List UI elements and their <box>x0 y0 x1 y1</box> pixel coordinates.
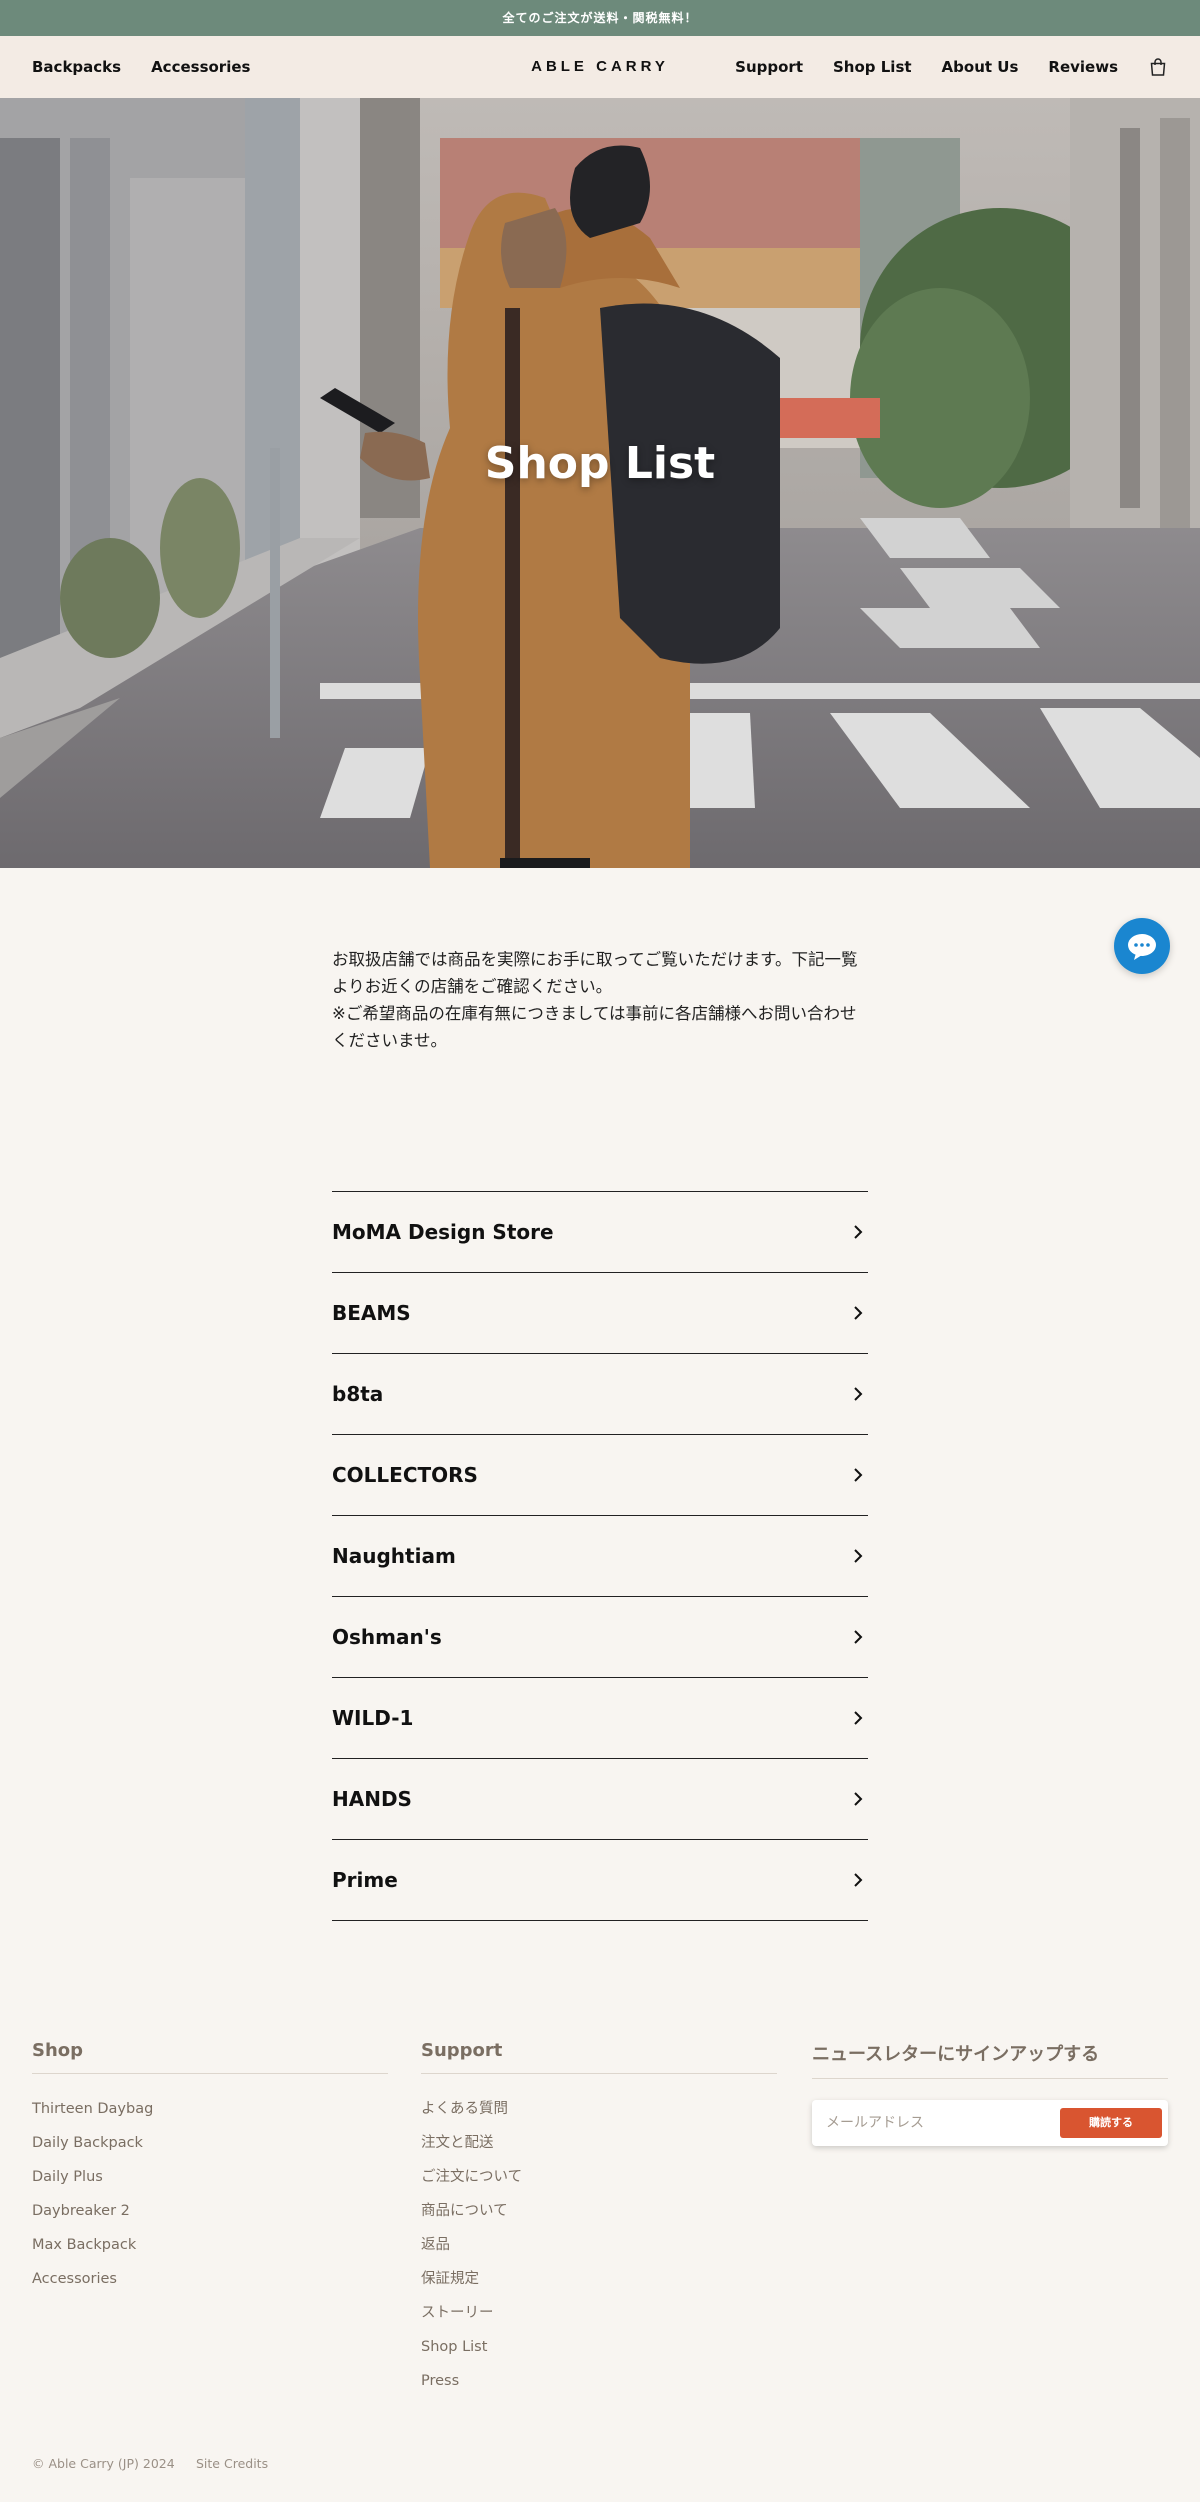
footer-shop-heading: Shop <box>32 2040 388 2074</box>
footer-link-products[interactable]: 商品について <box>421 2194 777 2228</box>
shop-list: MoMA Design Store BEAMS b8ta COLLECTORS … <box>332 1191 868 1921</box>
chevron-right-icon <box>854 1225 863 1239</box>
chat-button[interactable] <box>1114 918 1170 974</box>
nav-shop-list[interactable]: Shop List <box>833 58 912 76</box>
intro-text: お取扱店舗では商品を実際にお手に取ってご覧いただけます。下記一覧よりお近くの店舗… <box>332 946 868 1054</box>
nav-reviews[interactable]: Reviews <box>1048 58 1118 76</box>
footer-support-column: Support よくある質問 注文と配送 ご注文について 商品について 返品 保… <box>421 2040 777 2398</box>
chevron-right-icon <box>854 1549 863 1563</box>
footer-support-links: よくある質問 注文と配送 ご注文について 商品について 返品 保証規定 ストーリ… <box>421 2092 777 2398</box>
chevron-right-icon <box>854 1630 863 1644</box>
shopping-bag-icon[interactable] <box>1148 57 1168 77</box>
chevron-right-icon <box>854 1387 863 1401</box>
chevron-right-icon <box>854 1468 863 1482</box>
nav-accessories[interactable]: Accessories <box>151 58 250 76</box>
site-logo[interactable]: ABLE CARRY <box>531 58 669 75</box>
footer-link-thirteen-daybag[interactable]: Thirteen Daybag <box>32 2092 388 2126</box>
footer-newsletter-column: ニュースレターにサインアップする <box>812 2040 1168 2079</box>
shop-row-b8ta[interactable]: b8ta <box>332 1354 868 1435</box>
chevron-right-icon <box>854 1711 863 1725</box>
footer-link-daybreaker-2[interactable]: Daybreaker 2 <box>32 2194 388 2228</box>
intro-paragraph-2: ※ご希望商品の在庫有無につきましては事前に各店舗様へお問い合わせくださいませ。 <box>332 1004 857 1050</box>
footer-link-daily-backpack[interactable]: Daily Backpack <box>32 2126 388 2160</box>
shop-row-oshmans[interactable]: Oshman's <box>332 1597 868 1678</box>
shop-row-beams[interactable]: BEAMS <box>332 1273 868 1354</box>
announcement-bar: 全てのご注文が送料・関税無料！ <box>0 0 1200 36</box>
footer-link-accessories[interactable]: Accessories <box>32 2262 388 2296</box>
shop-row-hands[interactable]: HANDS <box>332 1759 868 1840</box>
footer-link-shipping[interactable]: 注文と配送 <box>421 2126 777 2160</box>
page-title: Shop List <box>484 438 716 489</box>
footer-link-shop-list[interactable]: Shop List <box>421 2330 777 2364</box>
footer-support-heading: Support <box>421 2040 777 2074</box>
shop-name: Oshman's <box>332 1625 442 1649</box>
shop-name: BEAMS <box>332 1301 411 1325</box>
footer-shop-column: Shop Thirteen Daybag Daily Backpack Dail… <box>32 2040 388 2296</box>
chevron-right-icon <box>854 1873 863 1887</box>
subscribe-button[interactable]: 購読する <box>1060 2108 1162 2138</box>
nav-right: Support Shop List About Us Reviews <box>735 36 1168 98</box>
nav-about-us[interactable]: About Us <box>942 58 1019 76</box>
intro-paragraph-1: お取扱店舗では商品を実際にお手に取ってご覧いただけます。下記一覧よりお近くの店舗… <box>332 950 858 996</box>
shop-name: Naughtiam <box>332 1544 456 1568</box>
chevron-right-icon <box>854 1792 863 1806</box>
shop-row-collectors[interactable]: COLLECTORS <box>332 1435 868 1516</box>
shop-row-prime[interactable]: Prime <box>332 1840 868 1921</box>
newsletter-email-input[interactable] <box>826 2100 1046 2146</box>
footer-link-warranty[interactable]: 保証規定 <box>421 2262 777 2296</box>
nav-backpacks[interactable]: Backpacks <box>32 58 121 76</box>
shop-name: Prime <box>332 1868 398 1892</box>
shop-name: b8ta <box>332 1382 384 1406</box>
shop-name: COLLECTORS <box>332 1463 478 1487</box>
footer-shop-links: Thirteen Daybag Daily Backpack Daily Plu… <box>32 2092 388 2296</box>
copyright-text: © Able Carry (JP) 2024 <box>32 2456 175 2471</box>
footer-link-daily-plus[interactable]: Daily Plus <box>32 2160 388 2194</box>
chat-bubble-icon <box>1128 934 1156 960</box>
footer-link-orders[interactable]: ご注文について <box>421 2160 777 2194</box>
footer-link-returns[interactable]: 返品 <box>421 2228 777 2262</box>
site-header: ABLE CARRY Backpacks Accessories Support… <box>0 36 1200 98</box>
shop-name: MoMA Design Store <box>332 1220 554 1244</box>
shop-row-wild-1[interactable]: WILD-1 <box>332 1678 868 1759</box>
footer-link-story[interactable]: ストーリー <box>421 2296 777 2330</box>
shop-name: WILD-1 <box>332 1706 414 1730</box>
nav-support[interactable]: Support <box>735 58 803 76</box>
shop-row-moma[interactable]: MoMA Design Store <box>332 1192 868 1273</box>
footer-link-max-backpack[interactable]: Max Backpack <box>32 2228 388 2262</box>
chevron-right-icon <box>854 1306 863 1320</box>
footer-link-press[interactable]: Press <box>421 2364 777 2398</box>
shop-row-naughtiam[interactable]: Naughtiam <box>332 1516 868 1597</box>
nav-left: Backpacks Accessories <box>32 36 250 98</box>
newsletter-form: 購読する <box>812 2100 1168 2146</box>
hero-banner: Shop List <box>0 98 1200 868</box>
site-credits-link[interactable]: Site Credits <box>196 2456 268 2471</box>
shop-name: HANDS <box>332 1787 412 1811</box>
footer-link-faq[interactable]: よくある質問 <box>421 2092 777 2126</box>
newsletter-heading: ニュースレターにサインアップする <box>812 2040 1168 2079</box>
